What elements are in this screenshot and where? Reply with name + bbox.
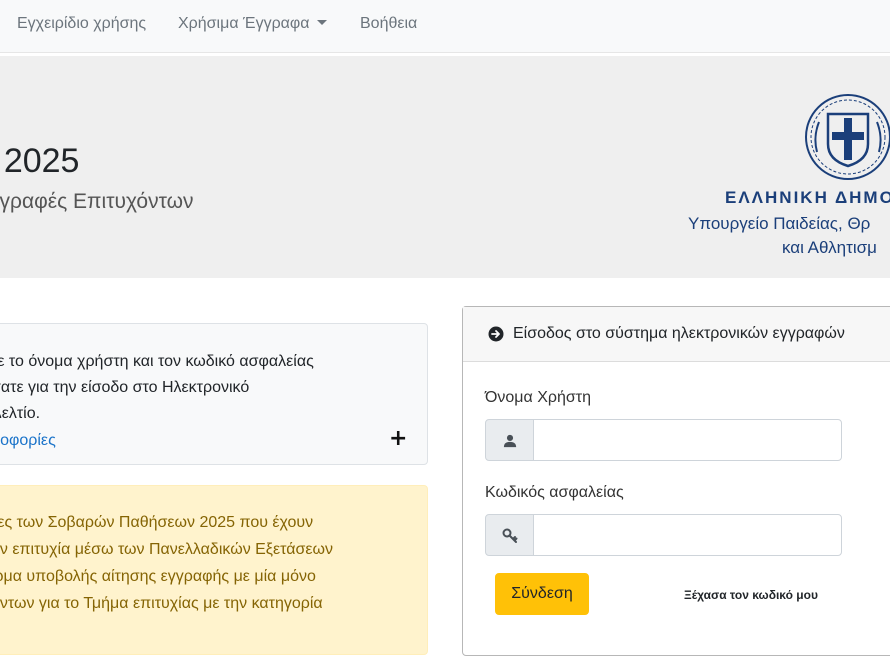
ministry-name-line1: Υπουργείο Παιδείας, Θρ (688, 214, 871, 233)
password-label: Κωδικός ασφαλείας (485, 484, 624, 501)
warning-text-line-1: τες των Σοβαρών Παθήσεων 2025 που έχουν (0, 514, 314, 531)
info-card: τε το όνομα χρήστη και τον κωδικό ασφαλε… (0, 323, 428, 465)
user-icon (503, 434, 517, 448)
page-subtitle: Εγγραφές Επιτυχόντων (0, 190, 194, 213)
password-input[interactable] (533, 514, 842, 556)
nav-item-documents-dropdown[interactable]: Χρήσιμα Έγγραφα (178, 15, 327, 33)
info-text-line-1: τε το όνομα χρήστη και τον κωδικό ασφαλε… (0, 353, 314, 370)
warning-text-line-3: ωμα υποβολής αίτησης εγγραφής με μία μόν… (0, 568, 316, 585)
forgot-password-link[interactable]: Ξέχασα τον κωδικό μου (684, 588, 818, 602)
nav-item-manual[interactable]: Εγχειρίδιο χρήσης (17, 15, 146, 33)
key-icon (502, 528, 518, 543)
login-card: Είσοδος στο σύστημα ηλεκτρονικών εγγραφώ… (462, 306, 890, 656)
warning-alert: τες των Σοβαρών Παθήσεων 2025 που έχουν … (0, 485, 428, 655)
nav-item-documents-label: Χρήσιμα Έγγραφα (178, 15, 310, 32)
more-info-link[interactable]: ροφορίες (0, 432, 56, 450)
ministry-name-line2: και Αθλητισμ (782, 238, 877, 257)
page-title: ς 2025 (0, 142, 80, 180)
plus-icon[interactable]: + (389, 428, 407, 450)
hero-banner: ς 2025 Εγγραφές Επιτυχόντων ΕΛΛΗΝΙΚΗ ΔΗΜ… (0, 56, 890, 278)
greek-emblem-icon (805, 94, 890, 180)
republic-name: ΕΛΛΗΝΙΚΗ ΔΗΜΟ (725, 188, 890, 207)
login-button[interactable]: Σύνδεση (495, 573, 589, 615)
login-title: Είσοδος στο σύστημα ηλεκτρονικών εγγραφώ… (513, 325, 845, 342)
nav-item-help[interactable]: Βοήθεια (360, 15, 417, 33)
password-input-group (485, 514, 843, 556)
username-label: Όνομα Χρήστη (485, 389, 591, 406)
username-addon (485, 419, 534, 461)
login-card-header: Είσοδος στο σύστημα ηλεκτρονικών εγγραφώ… (463, 307, 890, 362)
warning-text-line-4: όντων για το Τμήμα επιτυχίας με την κατη… (0, 595, 323, 612)
arrow-circle-right-icon (488, 326, 504, 342)
password-addon (485, 514, 534, 556)
username-input[interactable] (533, 419, 842, 461)
top-navbar: Εγχειρίδιο χρήσης Χρήσιμα Έγγραφα Βοήθει… (0, 0, 890, 53)
info-text-line-2: σατε για την είσοδο στο Ηλεκτρονικό (0, 379, 250, 396)
username-input-group (485, 419, 843, 461)
info-text-line-3: Δελτίο. (0, 405, 41, 422)
caret-down-icon (316, 20, 327, 25)
warning-text-line-2: ον επιτυχία μέσω των Πανελλαδικών Εξετάσ… (0, 541, 333, 558)
